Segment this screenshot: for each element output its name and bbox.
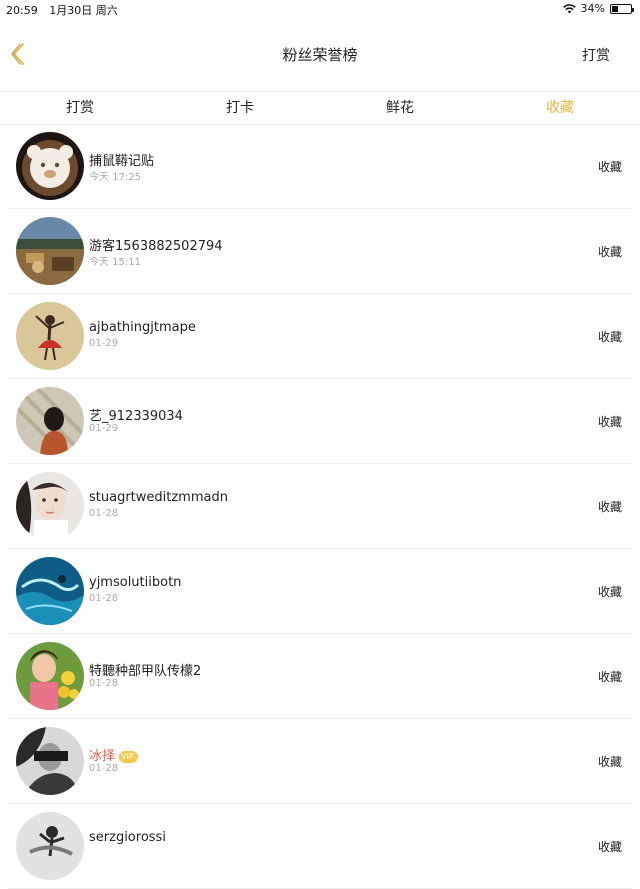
status-bar: 20:59 1月30日 周六 34%: [0, 0, 640, 18]
fan-time: 01-29: [89, 423, 119, 434]
battery-percent: 34%: [580, 2, 605, 15]
favorite-label: 收藏: [597, 160, 622, 174]
tab-flowers[interactable]: 鲜花: [320, 92, 480, 124]
status-date: 1月30日 周六: [49, 4, 118, 17]
list-item[interactable]: stuagrtweditzmmadn 01-28 收藏: [0, 464, 640, 549]
favorite-label: 收藏: [597, 330, 622, 344]
dancer-avatar[interactable]: [16, 302, 84, 370]
fan-time: 01-28: [89, 678, 119, 689]
tab-checkin[interactable]: 打卡: [160, 92, 320, 124]
favorite-label: 收藏: [597, 670, 622, 684]
list-item[interactable]: yjmsolutiibotn 01-28 收藏: [0, 549, 640, 634]
favorite-label: 收藏: [597, 245, 622, 259]
portrait-avatar[interactable]: [16, 472, 84, 540]
fan-time: 01-28: [89, 508, 119, 519]
favorite-label: 收藏: [597, 840, 622, 854]
favorite-label: 收藏: [597, 500, 622, 514]
landscape-avatar[interactable]: [16, 217, 84, 285]
fan-name-text: 冰择: [89, 749, 116, 764]
fan-name: 捕鼠鞯记贴: [89, 154, 155, 169]
tab-bar: 打赏 打卡 鲜花 收藏: [0, 91, 640, 125]
tab-favorites[interactable]: 收藏: [480, 92, 640, 124]
girl-back-avatar[interactable]: [16, 387, 84, 455]
list-item[interactable]: ajbathingjtmape 01-29 收藏: [0, 294, 640, 379]
fan-time: 今天 15:11: [89, 257, 141, 268]
fan-name: 艺_912339034: [89, 409, 183, 424]
bw-figure-avatar[interactable]: [16, 812, 84, 880]
list-item[interactable]: 冰择 VIP 01-28 收藏: [0, 719, 640, 804]
fan-name: stuagrtweditzmmadn: [89, 490, 228, 505]
fan-time: 今天 17:25: [89, 172, 141, 183]
fan-name: ajbathingjtmape: [89, 320, 196, 335]
favorite-label: 收藏: [597, 755, 622, 769]
status-left: 20:59 1月30日 周六: [6, 2, 126, 18]
battery-icon: [610, 3, 634, 14]
list-item[interactable]: 艺_912339034 01-29 收藏: [0, 379, 640, 464]
fan-time: 01-29: [89, 338, 119, 349]
bw-photo-avatar[interactable]: [16, 727, 84, 795]
vip-badge-label: VIP: [121, 751, 134, 761]
favorite-label: 收藏: [597, 585, 622, 599]
list-item[interactable]: 捕鼠鞯记贴 今天 17:25 收藏: [0, 124, 640, 209]
fan-list: 捕鼠鞯记贴 今天 17:25 收藏 游客1563882502794 今天 15:…: [0, 124, 640, 889]
fan-time: 01-28: [89, 593, 119, 604]
list-item[interactable]: 特聽种部甲队传檬2 01-28 收藏: [0, 634, 640, 719]
tab-reward[interactable]: 打赏: [0, 92, 160, 124]
favorite-label: 收藏: [597, 415, 622, 429]
latte-art-avatar[interactable]: [16, 132, 84, 200]
fan-name: 冰择 VIP: [89, 745, 138, 764]
fan-name: 特聽种部甲队传檬2: [89, 664, 202, 679]
list-item[interactable]: serzgiorossi 收藏: [0, 804, 640, 889]
vip-badge: VIP: [119, 750, 138, 763]
reward-button[interactable]: 打赏: [582, 45, 610, 65]
status-right: 34%: [562, 2, 634, 15]
status-time: 20:59: [6, 4, 38, 17]
fan-time: 01-28: [89, 763, 119, 774]
page-title: 粉丝荣誉榜: [282, 46, 358, 64]
fan-name: serzgiorossi: [89, 830, 166, 845]
nav-bar: 粉丝荣誉榜 打赏: [0, 18, 640, 90]
fan-name: 游客1563882502794: [89, 239, 223, 254]
flowers-avatar[interactable]: [16, 642, 84, 710]
list-item[interactable]: 游客1563882502794 今天 15:11 收藏: [0, 209, 640, 294]
wifi-icon: [562, 3, 576, 13]
fan-name: yjmsolutiibotn: [89, 575, 182, 590]
ocean-avatar[interactable]: [16, 557, 84, 625]
